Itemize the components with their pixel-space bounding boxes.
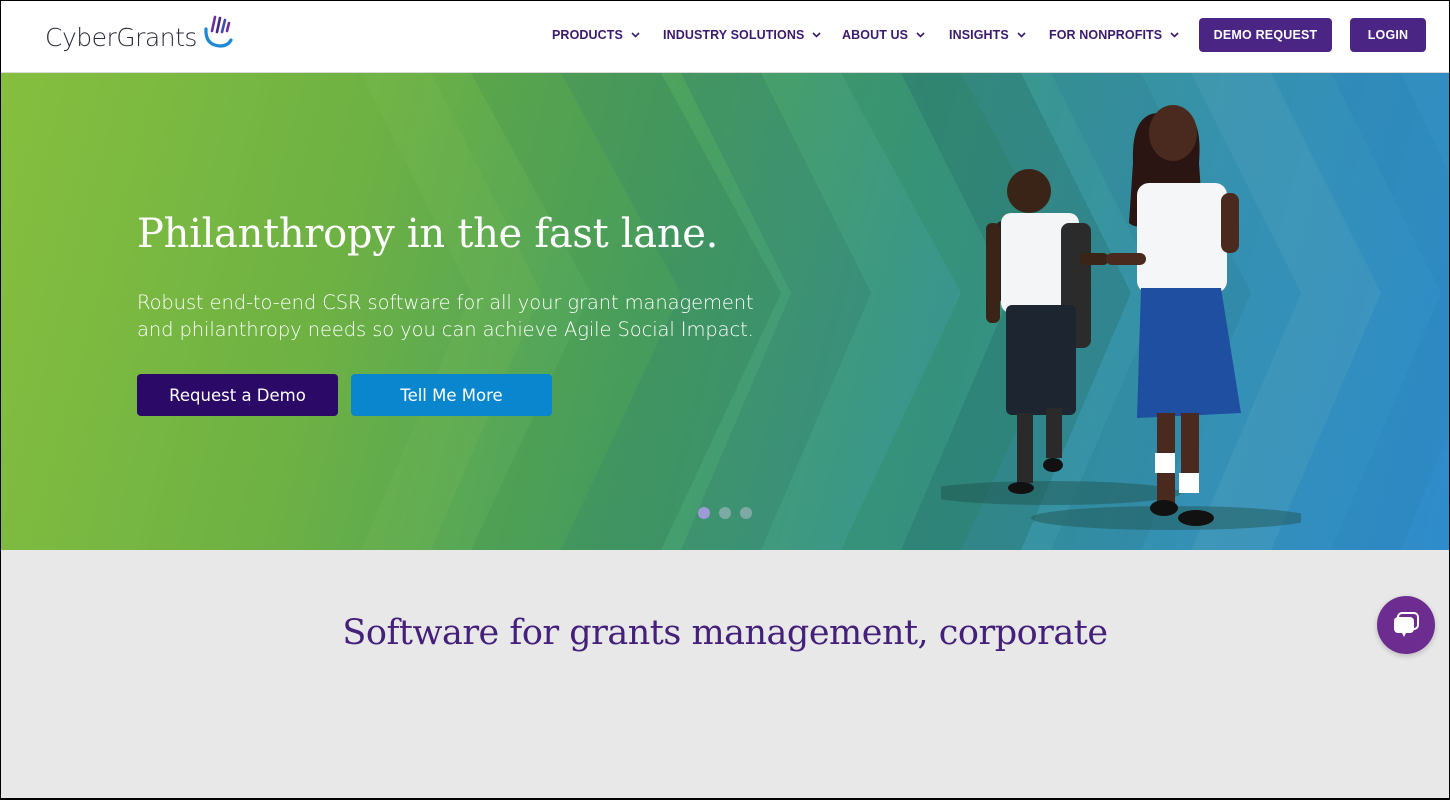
logo-text: CyberGrants bbox=[45, 22, 197, 52]
nav-for-nonprofits-label: FOR NONPROFITS bbox=[1049, 28, 1163, 42]
nav-industry-solutions-label: INDUSTRY SOLUTIONS bbox=[663, 28, 805, 42]
login-button[interactable]: LOGIN bbox=[1350, 18, 1426, 52]
nav-products-label: PRODUCTS bbox=[552, 28, 623, 42]
hero-subtitle-line-2: and philanthropy needs so you can achiev… bbox=[137, 318, 754, 341]
chevron-down-icon bbox=[631, 32, 640, 38]
site-header: CyberGrants PRODUCTS INDUSTRY SOLUTIONS … bbox=[1, 1, 1449, 73]
chevron-down-icon bbox=[1017, 32, 1026, 38]
hero-subtitle-line-1: Robust end-to-end CSR software for all y… bbox=[137, 291, 754, 314]
chevron-down-icon bbox=[812, 32, 821, 38]
logo-hand-icon bbox=[204, 15, 233, 48]
page: CyberGrants PRODUCTS INDUSTRY SOLUTIONS … bbox=[1, 1, 1449, 798]
section-heading: Software for grants management, corporat… bbox=[342, 613, 1108, 653]
carousel-dot-1[interactable] bbox=[698, 507, 710, 519]
nav-industry-solutions[interactable]: INDUSTRY SOLUTIONS bbox=[663, 28, 821, 42]
chat-button[interactable] bbox=[1377, 596, 1435, 654]
hero-title: Philanthropy in the fast lane. bbox=[137, 211, 719, 257]
demo-request-button[interactable]: DEMO REQUEST bbox=[1199, 18, 1332, 52]
hero-subtitle: Robust end-to-end CSR software for all y… bbox=[137, 289, 857, 343]
nav-insights[interactable]: INSIGHTS bbox=[949, 28, 1026, 42]
nav-insights-label: INSIGHTS bbox=[949, 28, 1009, 42]
tell-me-more-button[interactable]: Tell Me More bbox=[351, 374, 552, 416]
chevron-down-icon bbox=[1170, 32, 1179, 38]
request-demo-button[interactable]: Request a Demo bbox=[137, 374, 338, 416]
carousel-dots bbox=[698, 507, 752, 519]
nav-for-nonprofits[interactable]: FOR NONPROFITS bbox=[1049, 28, 1179, 42]
chat-bubble-icon bbox=[1394, 612, 1419, 637]
hero-photo-children bbox=[941, 105, 1301, 530]
hero-banner: Philanthropy in the fast lane. Robust en… bbox=[1, 73, 1449, 550]
chevron-down-icon bbox=[916, 32, 925, 38]
nav-about-us[interactable]: ABOUT US bbox=[842, 28, 925, 42]
nav-products[interactable]: PRODUCTS bbox=[552, 28, 640, 42]
carousel-dot-3[interactable] bbox=[740, 507, 752, 519]
logo[interactable]: CyberGrants bbox=[45, 15, 237, 59]
nav-about-us-label: ABOUT US bbox=[842, 28, 909, 42]
carousel-dot-2[interactable] bbox=[719, 507, 731, 519]
